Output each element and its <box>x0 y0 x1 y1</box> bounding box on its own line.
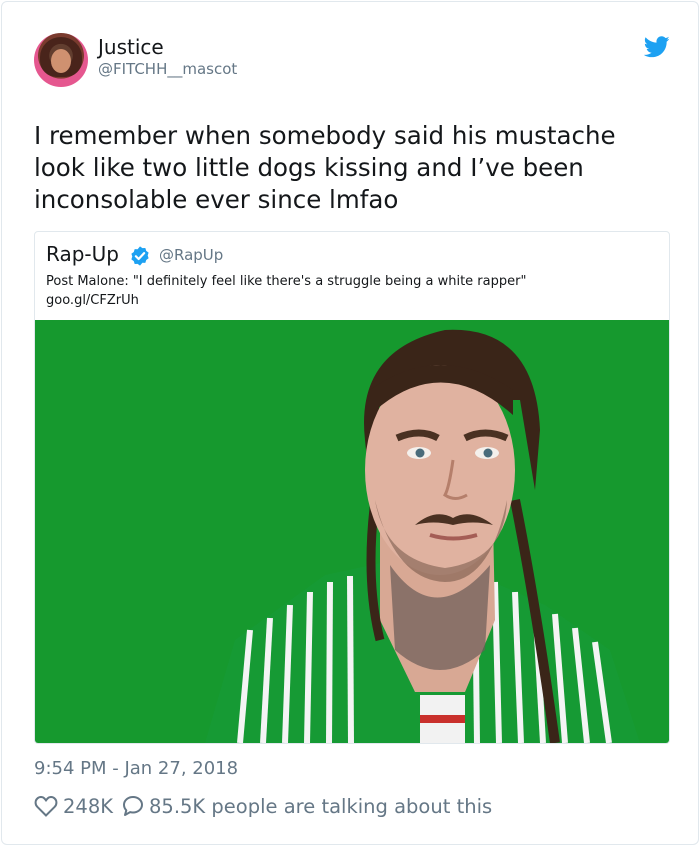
tweet-text: I remember when somebody said his mustac… <box>34 121 616 214</box>
tweet-stats: 248K 85.5K people are talking about this <box>34 792 492 820</box>
author-avatar[interactable] <box>34 33 88 87</box>
speech-bubble-icon[interactable] <box>121 794 145 818</box>
quoted-author-name[interactable]: Rap-Up <box>46 242 119 266</box>
quoted-tweet[interactable]: Rap-Up @RapUp Post Malone: "I definitely… <box>34 231 670 744</box>
verified-badge-icon <box>131 246 149 266</box>
twitter-bird-icon[interactable] <box>644 36 670 58</box>
like-count: 248K <box>63 794 114 818</box>
heart-icon[interactable] <box>34 795 58 817</box>
tweet-card: Justice @FITCHH__mascot I remember when … <box>1 1 699 845</box>
portrait-illustration <box>205 329 640 743</box>
quoted-text-line: Post Malone: "I definitely feel like the… <box>46 274 527 289</box>
avatar-face <box>51 49 71 73</box>
conversation-stat[interactable]: 85.5K people are talking about this <box>121 794 492 818</box>
quoted-photo[interactable] <box>35 320 669 743</box>
like-stat[interactable]: 248K <box>34 795 113 818</box>
tweet-timestamp[interactable]: 9:54 PM - Jan 27, 2018 <box>34 758 238 779</box>
quoted-author-handle[interactable]: @RapUp <box>159 246 223 264</box>
author-handle[interactable]: @FITCHH__mascot <box>98 60 237 78</box>
quoted-link[interactable]: goo.gl/CFZrUh <box>46 291 656 310</box>
talking-count: 85.5K people are talking about this <box>149 794 493 818</box>
author-name[interactable]: Justice <box>98 35 164 59</box>
quoted-tweet-text: Post Malone: "I definitely feel like the… <box>46 272 656 310</box>
